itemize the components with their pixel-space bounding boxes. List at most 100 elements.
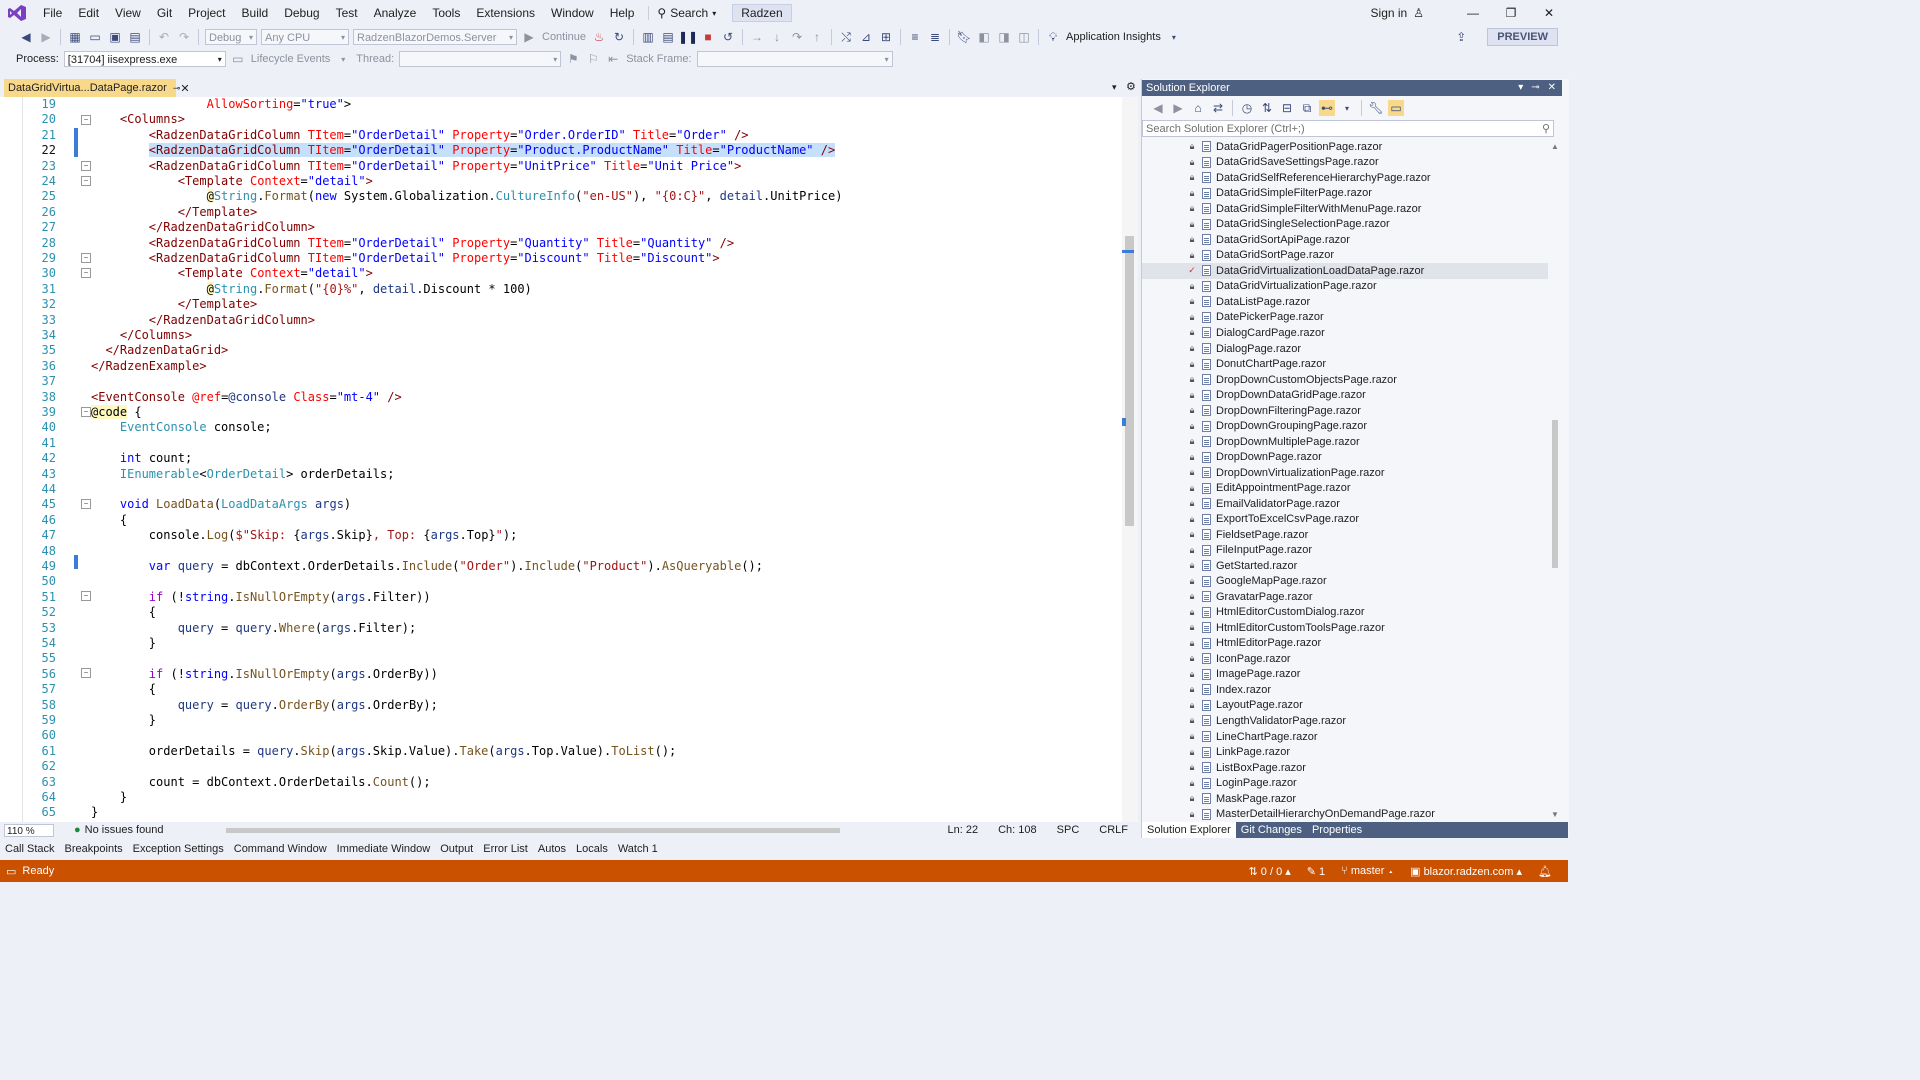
line-ending-indicator[interactable]: CRLF [1099, 824, 1128, 836]
continue-icon[interactable]: ▶ [521, 29, 537, 45]
solution-file-item[interactable]: 🔒︎ DatePickerPage.razor [1142, 310, 1548, 326]
tab-output[interactable]: Output [435, 843, 478, 855]
fold-toggle[interactable]: − [81, 499, 91, 509]
new-item-icon[interactable]: ▦ [67, 29, 83, 45]
solution-file-item[interactable]: 🔒︎ DropDownPage.razor [1142, 449, 1548, 465]
stop-icon[interactable]: ■ [700, 29, 716, 45]
tab-exception-settings[interactable]: Exception Settings [128, 843, 229, 855]
solution-file-item[interactable]: ✓ DataGridVirtualizationLoadDataPage.razo… [1142, 263, 1548, 279]
solution-file-item[interactable]: 🔒︎ LengthValidatorPage.razor [1142, 713, 1548, 729]
show-all-files-icon[interactable]: ⧉ [1299, 100, 1315, 116]
solution-file-item[interactable]: 🔒︎ DataGridSortPage.razor [1142, 248, 1548, 264]
lifecycle-events-button[interactable]: Lifecycle Events [251, 53, 330, 65]
close-icon[interactable]: ✕ [1548, 80, 1556, 96]
zoom-dropdown[interactable]: 110 % [4, 823, 54, 837]
undo-icon[interactable]: ↶ [156, 29, 172, 45]
fold-toggle[interactable]: − [81, 268, 91, 278]
tab-git-changes[interactable]: Git Changes [1236, 822, 1307, 838]
fold-toggle[interactable]: − [81, 176, 91, 186]
solution-file-item[interactable]: 🔒︎ DialogPage.razor [1142, 341, 1548, 357]
back-icon[interactable]: ◀ [18, 29, 34, 45]
fold-toggle[interactable]: − [81, 115, 91, 125]
flag-thread-icon[interactable]: ⚑ [565, 51, 581, 67]
uncomment-icon[interactable]: ≣ [927, 29, 943, 45]
pin-icon[interactable]: ⊸ [173, 83, 181, 94]
line-indicator[interactable]: Ln: 22 [948, 824, 979, 836]
solution-file-item[interactable]: 🔒︎ DropDownDataGridPage.razor [1142, 387, 1548, 403]
menu-project[interactable]: Project [180, 0, 233, 26]
solution-file-item[interactable]: 🔒︎ DataGridVirtualizationPage.razor [1142, 279, 1548, 295]
solution-file-item[interactable]: 🔒︎ DataGridSelfReferenceHierarchyPage.raz… [1142, 170, 1548, 186]
fold-toggle[interactable]: − [81, 161, 91, 171]
search-button[interactable]: ⚲ Search ▾ [648, 6, 724, 20]
solution-file-item[interactable]: 🔒︎ HtmlEditorCustomDialog.razor [1142, 605, 1548, 621]
debug-windows-icon[interactable]: ⊿ [858, 29, 874, 45]
solution-file-item[interactable]: 🔒︎ FieldsetPage.razor [1142, 527, 1548, 543]
solution-file-item[interactable]: 🔒︎ GravatarPage.razor [1142, 589, 1548, 605]
configuration-dropdown[interactable]: Debug ▾ [205, 29, 257, 45]
layout-icon[interactable]: ▤ [660, 29, 676, 45]
preview-selected-icon[interactable]: ⊷ [1319, 100, 1335, 116]
solution-explorer-search-input[interactable]: Search Solution Explorer (Ctrl+;) ⚲ [1142, 120, 1554, 137]
restart-icon[interactable]: ↺ [720, 29, 736, 45]
tab-list-dropdown-icon[interactable]: ▾ [1112, 82, 1117, 93]
forward-icon[interactable]: ▶ [38, 29, 54, 45]
solution-file-item[interactable]: 🔒︎ DataGridSimpleFilterWithMenuPage.razor [1142, 201, 1548, 217]
collapse-all-icon[interactable]: ⊟ [1279, 100, 1295, 116]
minimize-icon[interactable]: — [1454, 6, 1492, 20]
bookmark-icon[interactable]: 🔖︎ [956, 29, 972, 45]
startup-project-dropdown[interactable]: RadzenBlazorDemos.Server ▾ [353, 29, 517, 45]
stack-frame-dropdown[interactable]: ▾ [696, 51, 893, 67]
menu-view[interactable]: View [107, 0, 149, 26]
solution-file-item[interactable]: 🔒︎ DataGridSaveSettingsPage.razor [1142, 155, 1548, 171]
next-bookmark-icon[interactable]: ◨ [996, 29, 1012, 45]
scroll-up-icon[interactable]: ▲ [1551, 142, 1559, 151]
char-indicator[interactable]: Ch: 108 [998, 824, 1037, 836]
document-tab[interactable]: DataGridVirtua...DataPage.razor ⊸ ✕ [4, 79, 190, 97]
close-icon[interactable]: ✕ [1530, 6, 1568, 20]
solution-file-item[interactable]: 🔒︎ DropDownVirtualizationPage.razor [1142, 465, 1548, 481]
forward-icon[interactable]: ▶ [1170, 100, 1186, 116]
tab-solution-explorer[interactable]: Solution Explorer [1142, 822, 1236, 838]
solution-file-item[interactable]: 🔒︎ ExportToExcelCsvPage.razor [1142, 511, 1548, 527]
back-icon[interactable]: ◀ [1150, 100, 1166, 116]
search-icon[interactable]: ⚲ [1542, 121, 1550, 137]
solution-file-item[interactable]: 🔒︎ IconPage.razor [1142, 651, 1548, 667]
save-all-icon[interactable]: ▤ [127, 29, 143, 45]
tab-locals[interactable]: Locals [571, 843, 613, 855]
refresh-icon[interactable]: ↻ [611, 29, 627, 45]
solution-explorer-scroll-thumb[interactable] [1552, 420, 1558, 568]
redo-icon[interactable]: ↷ [176, 29, 192, 45]
platform-dropdown[interactable]: Any CPU ▾ [261, 29, 349, 45]
menu-git[interactable]: Git [149, 0, 180, 26]
editor-scroll-thumb[interactable] [1125, 236, 1134, 526]
lifecycle-icon[interactable]: ▭ [230, 51, 246, 67]
solution-file-item[interactable]: 🔒︎ EmailValidatorPage.razor [1142, 496, 1548, 512]
open-file-icon[interactable]: ▭ [87, 29, 103, 45]
solution-file-item[interactable]: 🔒︎ DropDownGroupingPage.razor [1142, 418, 1548, 434]
prev-bookmark-icon[interactable]: ◧ [976, 29, 992, 45]
menu-test[interactable]: Test [328, 0, 366, 26]
live-share-icon[interactable]: ⇪ [1453, 29, 1469, 45]
tab-autos[interactable]: Autos [533, 843, 571, 855]
solution-file-item[interactable]: 🔒︎ LineChartPage.razor [1142, 729, 1548, 745]
editor-horizontal-scrollbar[interactable] [226, 828, 840, 833]
menu-window[interactable]: Window [543, 0, 602, 26]
solution-file-item[interactable]: 🔒︎ LayoutPage.razor [1142, 698, 1548, 714]
solution-file-item[interactable]: 🔒︎ DataListPage.razor [1142, 294, 1548, 310]
solution-file-item[interactable]: 🔒︎ EditAppointmentPage.razor [1142, 480, 1548, 496]
clear-bookmarks-icon[interactable]: ◫ [1016, 29, 1032, 45]
continue-button[interactable]: Continue [542, 31, 586, 43]
active-view-icon[interactable]: ▭ [1388, 100, 1404, 116]
chevron-down-icon[interactable]: ▾ [1339, 100, 1355, 116]
whitespace-indicator[interactable]: SPC [1057, 824, 1080, 836]
tab-command-window[interactable]: Command Window [229, 843, 332, 855]
solution-file-item[interactable]: 🔒︎ GoogleMapPage.razor [1142, 574, 1548, 590]
issues-status[interactable]: No issues found [85, 824, 164, 836]
process-dropdown[interactable]: [31704] iisexpress.exe ▾ [63, 51, 226, 67]
solution-file-item[interactable]: 🔒︎ HtmlEditorCustomToolsPage.razor [1142, 620, 1548, 636]
thread-dropdown[interactable]: ▾ [399, 51, 562, 67]
pause-icon[interactable]: ❚❚ [678, 29, 698, 45]
chevron-down-icon[interactable]: ▾ [1166, 29, 1182, 45]
comment-icon[interactable]: ≡ [907, 29, 923, 45]
